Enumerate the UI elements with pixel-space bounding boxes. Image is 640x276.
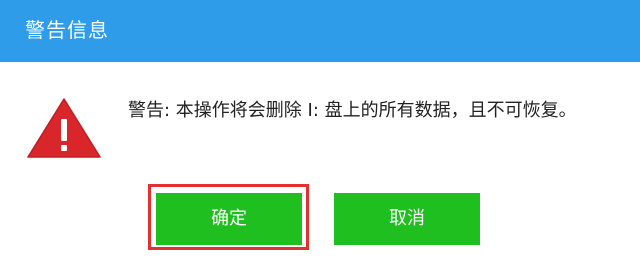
- title-bar: 警告信息: [0, 0, 640, 62]
- warning-dialog: 警告信息 警告: 本操作将会删除 I: 盘上的所有数据，且不可恢复。 确定 取消: [0, 0, 640, 276]
- confirm-button[interactable]: 确定: [156, 193, 302, 245]
- cancel-button[interactable]: 取消: [334, 193, 480, 245]
- dialog-title: 警告信息: [25, 18, 109, 42]
- warning-triangle-icon: [27, 98, 101, 158]
- warning-message: 警告: 本操作将会删除 I: 盘上的所有数据，且不可恢复。: [128, 100, 577, 121]
